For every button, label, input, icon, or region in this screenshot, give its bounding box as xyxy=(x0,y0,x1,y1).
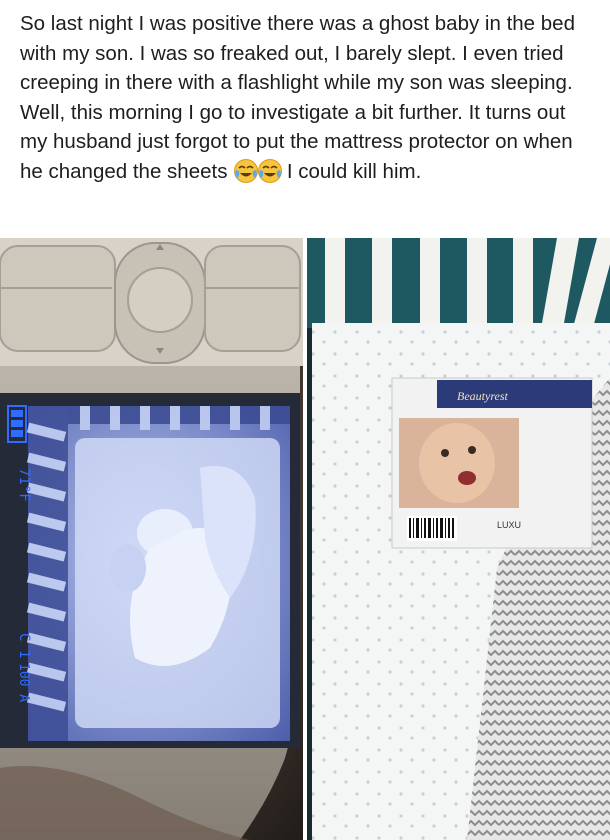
brand-label: Beautyrest xyxy=(457,389,509,403)
post-text-main: So last night I was positive there was a… xyxy=(20,12,575,183)
mattress-label: Beautyrest LUXU xyxy=(391,377,593,549)
label-tag: LUXU xyxy=(497,520,521,530)
channel-readout: C 1 xyxy=(16,633,32,658)
post-text-end: I could kill him. xyxy=(281,159,422,183)
post-text: So last night I was positive there was a… xyxy=(20,9,595,187)
baby-monitor-photo[interactable]: 71°F C 1 100 A xyxy=(0,238,303,840)
crib-rails xyxy=(307,238,610,333)
crib-mattress-photo[interactable]: Beautyrest LUXU xyxy=(307,238,610,840)
crib-mattress-image: Beautyrest LUXU xyxy=(307,238,610,840)
extra-readout: 100 A xyxy=(16,663,31,702)
face-with-tears-of-joy-icon xyxy=(234,158,259,183)
face-with-tears-of-joy-icon xyxy=(258,158,283,183)
temperature-readout: 71°F xyxy=(16,468,32,502)
baby-monitor-image: 71°F C 1 100 A xyxy=(0,238,303,840)
